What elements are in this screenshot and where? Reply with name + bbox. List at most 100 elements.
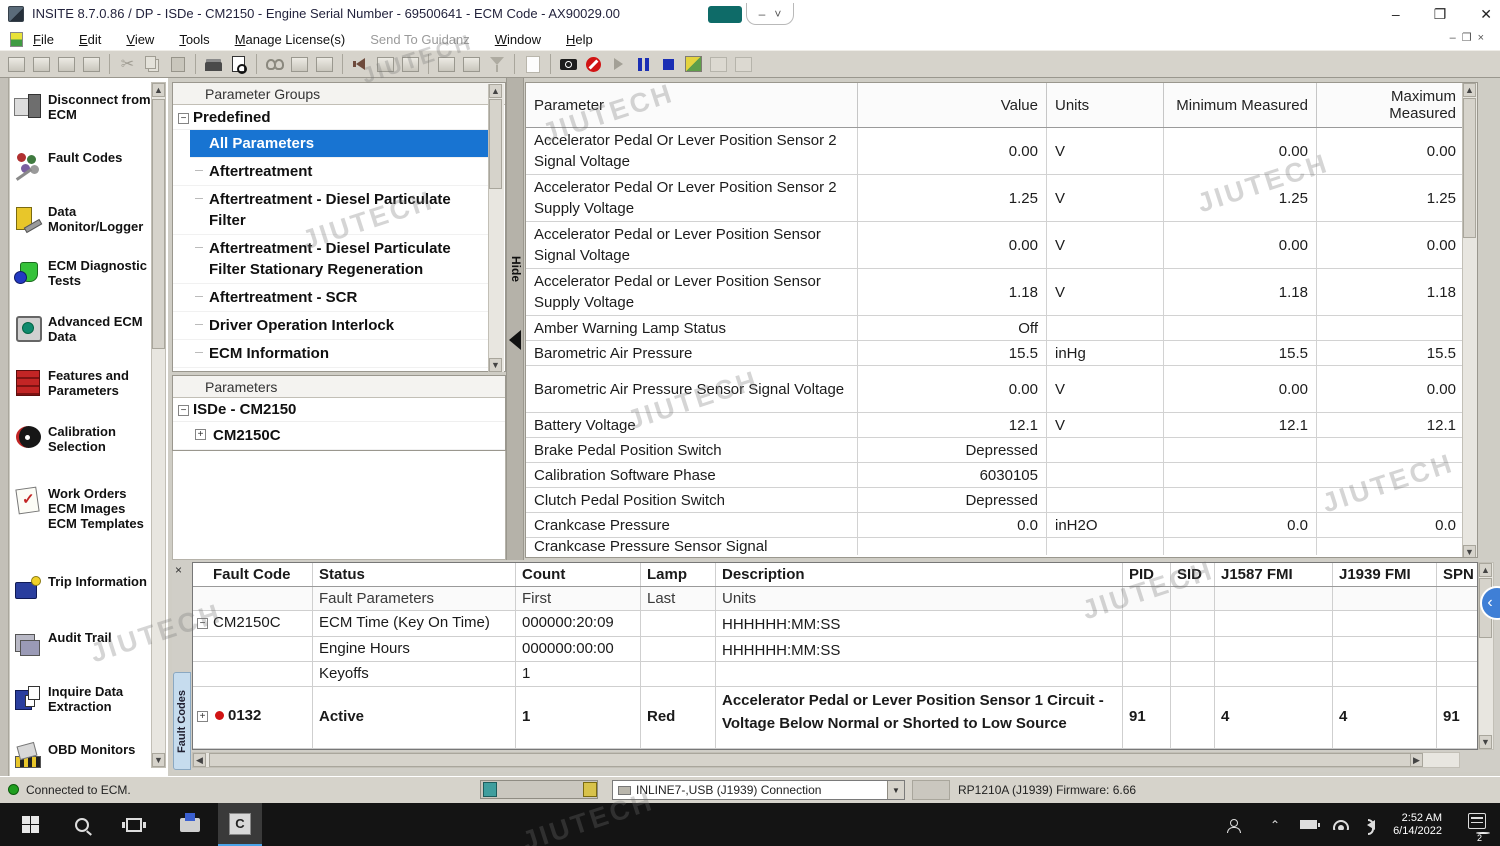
restore-button[interactable]: ❐	[1434, 6, 1447, 23]
column-header-maximum[interactable]: Maximum Measured	[1317, 83, 1464, 127]
ecm-image-icon[interactable]	[374, 53, 397, 76]
scroll-down-arrow[interactable]: ▼	[152, 753, 165, 767]
expand-box-icon[interactable]: +	[195, 429, 206, 440]
parameters-child-node[interactable]: + CM2150C	[173, 422, 505, 450]
sidebar-item-trip-information[interactable]: Trip Information	[14, 574, 154, 602]
mdi-minimize-button[interactable]: –	[1450, 32, 1462, 44]
export-icon[interactable]	[435, 53, 458, 76]
task-view-button[interactable]	[114, 803, 154, 846]
adapter-dropdown[interactable]: INLINE7-,USB (J1939) Connection ▼	[612, 780, 905, 800]
import-icon[interactable]	[460, 53, 483, 76]
workspace-open-icon[interactable]	[30, 53, 53, 76]
column-header-pid[interactable]: PID	[1123, 563, 1171, 586]
parameter-row[interactable]: Battery Voltage12.1V12.112.1	[526, 413, 1477, 438]
menu-tools[interactable]: Tools	[179, 32, 209, 47]
sidebar-item-inquire-data-extraction[interactable]: Inquire Data Extraction	[14, 684, 154, 714]
parameter-table-scrollbar[interactable]: ▲ ▼	[1462, 83, 1477, 558]
column-header-lamp[interactable]: Lamp	[641, 563, 716, 586]
float-minimize-button[interactable]: –	[759, 7, 766, 21]
sidebar-item-ecm-diagnostic-tests[interactable]: ECM Diagnostic Tests	[14, 258, 154, 288]
start-button[interactable]	[8, 803, 52, 846]
sidebar-item-audit-trail[interactable]: Audit Trail	[14, 630, 154, 658]
filter-icon[interactable]	[485, 53, 508, 76]
menu-send-to-guidanz[interactable]: Send To Guidanz	[370, 32, 470, 47]
fault-table-hscrollbar[interactable]: ◀ ▶	[192, 752, 1460, 768]
parameter-group-aftertreatment[interactable]: Aftertreatment	[173, 158, 489, 186]
parameter-group-driver-operation-interlock[interactable]: Driver Operation Interlock	[173, 312, 489, 340]
workspace-options-icon[interactable]	[80, 53, 103, 76]
sidebar-item-data-monitor-logger[interactable]: Data Monitor/Logger	[14, 204, 154, 234]
collapse-box-icon[interactable]: −	[178, 113, 189, 124]
column-header-status[interactable]: Status	[313, 563, 516, 586]
tray-expand-button[interactable]: ⌃	[1262, 803, 1288, 846]
network-indicator[interactable]	[1328, 803, 1354, 846]
scroll-up-arrow[interactable]: ▲	[1463, 83, 1476, 97]
taskbar-insite-app[interactable]: C	[218, 803, 262, 846]
stop-icon[interactable]	[657, 53, 680, 76]
floating-toolbar-tab[interactable]: – ˅	[746, 3, 794, 25]
sidebar-item-fault-codes[interactable]: Fault Codes	[14, 150, 154, 178]
parameter-row[interactable]: Barometric Air Pressure Sensor Signal Vo…	[526, 366, 1477, 413]
workspace-new-icon[interactable]	[5, 53, 28, 76]
parameter-group-ecm-information[interactable]: ECM Information	[173, 340, 489, 368]
pause-icon[interactable]	[632, 53, 655, 76]
column-header-fault-code[interactable]: Fault Code	[193, 563, 313, 586]
fault-row[interactable]: −CM2150CECM Time (Key On Time)000000:20:…	[193, 611, 1477, 637]
taskbar-search-button[interactable]	[62, 803, 102, 846]
menu-edit[interactable]: Edit	[79, 32, 101, 47]
workspace-save-icon[interactable]	[55, 53, 78, 76]
taskbar-clock[interactable]: 2:52 AM 6/14/2022	[1393, 803, 1442, 846]
parameters-child-label[interactable]: CM2150C	[213, 427, 281, 444]
column-header-count[interactable]: Count	[516, 563, 641, 586]
collapse-box-icon[interactable]: −	[197, 618, 208, 629]
fault-row[interactable]: Engine Hours000000:00:00HHHHHH:MM:SS	[193, 637, 1477, 662]
sidebar-item-obd-monitors[interactable]: OBD Monitors	[14, 742, 154, 770]
play-icon[interactable]	[607, 53, 630, 76]
parameter-row[interactable]: Accelerator Pedal Or Lever Position Sens…	[526, 128, 1477, 175]
parameter-row[interactable]: Accelerator Pedal or Lever Position Sens…	[526, 269, 1477, 316]
ecm-password-icon[interactable]	[399, 53, 422, 76]
collapse-arrow-icon[interactable]	[509, 330, 521, 350]
parameter-row[interactable]: Clutch Pedal Position SwitchDepressed	[526, 488, 1477, 513]
collapse-box-icon[interactable]: −	[178, 405, 189, 416]
key-icon[interactable]	[313, 53, 336, 76]
parameters-root-label[interactable]: ISDe - CM2150	[193, 401, 296, 418]
hide-splitter-label[interactable]: Hide	[509, 256, 523, 282]
print-preview-icon[interactable]	[227, 53, 250, 76]
sidebar-item-work-orders[interactable]: Work Orders ECM Images ECM Templates	[14, 486, 154, 531]
panel-splitter[interactable]: Hide	[506, 78, 524, 560]
parameters-root-node[interactable]: − ISDe - CM2150	[173, 398, 505, 422]
scroll-thumb[interactable]	[152, 99, 165, 349]
parameter-row[interactable]: Crankcase Pressure0.0inH2O0.00.0	[526, 513, 1477, 538]
new-document-icon[interactable]	[521, 53, 544, 76]
battery-indicator[interactable]	[1294, 803, 1322, 846]
scroll-right-arrow[interactable]: ▶	[1410, 753, 1423, 767]
float-chevron-button[interactable]: ˅	[774, 7, 781, 21]
people-button[interactable]	[1218, 803, 1248, 846]
column-header-description[interactable]: Description	[716, 563, 1123, 586]
mdi-window-controls[interactable]: –❐×	[1450, 31, 1490, 44]
fault-panel-close-icon[interactable]: ×	[175, 563, 182, 577]
parameter-groups-scrollbar[interactable]: ▲ ▼	[488, 84, 504, 372]
record-off-icon[interactable]	[582, 53, 605, 76]
parameter-row[interactable]: Crankcase Pressure Sensor Signal	[526, 538, 1477, 555]
column-header-sid[interactable]: SID	[1171, 563, 1215, 586]
grid-view-icon[interactable]	[732, 53, 755, 76]
column-header-parameter[interactable]: Parameter	[526, 83, 858, 127]
scroll-up-arrow[interactable]: ▲	[1479, 563, 1492, 577]
parameter-group-aftertreatment-diesel-particulate-filter-stationary-regeneration[interactable]: Aftertreatment - Diesel Particulate Filt…	[173, 235, 489, 284]
monitor-mode-icon[interactable]	[682, 53, 705, 76]
sidebar-scrollbar[interactable]: ▲ ▼	[151, 82, 166, 768]
scroll-thumb[interactable]	[1463, 98, 1476, 238]
fault-codes-tab[interactable]: Fault Codes	[173, 672, 191, 770]
scroll-left-arrow[interactable]: ◀	[193, 753, 206, 767]
alert-icon[interactable]	[349, 53, 372, 76]
notification-center-button[interactable]: 2	[1468, 813, 1486, 829]
fault-row[interactable]: +0132Active1RedAccelerator Pedal or Leve…	[193, 687, 1477, 749]
parameter-row[interactable]: Brake Pedal Position SwitchDepressed	[526, 438, 1477, 463]
sidebar-item-features-and-parameters[interactable]: Features and Parameters	[14, 368, 154, 398]
parameter-groups-root-label[interactable]: Predefined	[193, 109, 271, 126]
scroll-up-arrow[interactable]: ▲	[152, 83, 165, 97]
close-button[interactable]: ✕	[1480, 6, 1492, 23]
sidebar-item-disconnect-from-ecm[interactable]: Disconnect from ECM	[14, 92, 154, 122]
